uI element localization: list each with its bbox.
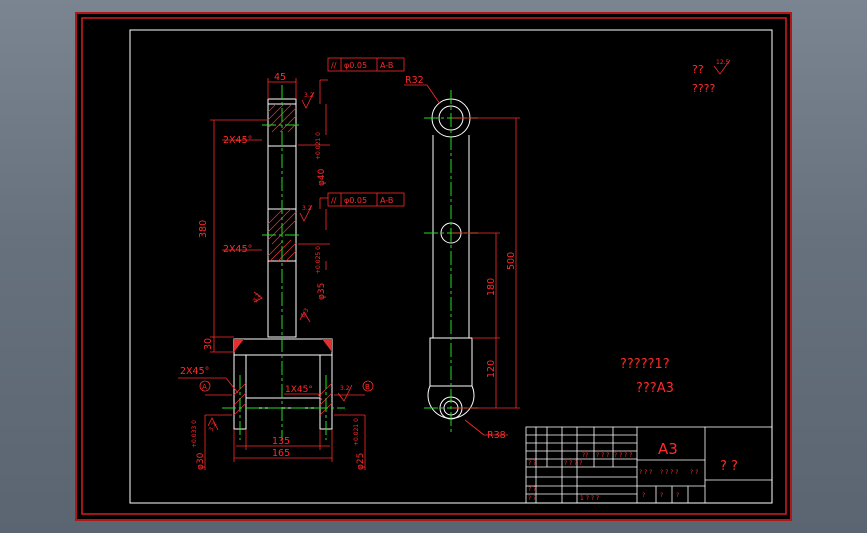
title-cell: ? (642, 492, 645, 499)
dim-radius-bottom: R38 (487, 430, 506, 441)
datum-a-label: A (202, 383, 207, 391)
roughness-mark-2: 3.2 (302, 205, 312, 212)
dia-mid-tolerance: +0.025 0 (315, 246, 322, 274)
dim-base-inner: 135 (272, 436, 290, 447)
tolerance-2-value: φ0.05 (344, 196, 367, 205)
title-cell: ? ? (528, 495, 536, 502)
title-cell: ?? (582, 452, 588, 459)
roughness-note-label: ?? (692, 63, 704, 76)
dim-lower-length: 120 (486, 360, 497, 378)
sheet-size-label: A3 (658, 440, 678, 458)
roughness-mark-1: 3.2 (304, 92, 314, 99)
tech-note-line2: ???A3 (636, 381, 674, 396)
title-cell: ? ? ? (596, 452, 609, 459)
title-cell: 1 ? ? ? (580, 495, 599, 502)
dia-top-tolerance: +0.021 0 (315, 132, 322, 160)
chamfer-label-inner: 1X45° (285, 385, 313, 395)
title-cell: ? ? (528, 486, 536, 493)
dia-right-tolerance: +0.021 0 (353, 418, 360, 446)
dim-overall-length: 500 (506, 252, 517, 270)
datum-b-label: B (365, 383, 370, 391)
chamfer-label-mid: 2X45° (223, 244, 252, 255)
dia-left-label: φ30 (196, 452, 206, 470)
cad-drawing-viewport[interactable]: 45 380 30 135 165 2X45° 2X45° 2X45° 1X45… (0, 0, 867, 533)
tolerance-1-datum: A-B (380, 61, 393, 70)
dim-top-width: 45 (274, 72, 286, 83)
title-cell: ? ? ? ? (660, 469, 678, 476)
chamfer-label-base: 2X45° (180, 366, 209, 377)
dim-base-outer: 165 (272, 448, 290, 459)
roughness-note-sub: ???? (692, 82, 716, 95)
chamfer-label-top: 2X45° (223, 135, 252, 146)
dim-radius-top: R32 (405, 75, 424, 86)
dia-top-label: φ40 (317, 168, 327, 186)
title-cell: ? (676, 492, 679, 499)
tolerance-1-value: φ0.05 (344, 61, 367, 70)
drawing-title: ? ? (720, 459, 738, 474)
roughness-mark-5: 3.2 (340, 385, 350, 392)
roughness-note-value: 12.5 (716, 59, 730, 66)
title-cell: ? ? ? ? (564, 460, 582, 467)
dim-mid-length: 180 (486, 278, 497, 296)
dia-mid-label: φ35 (317, 283, 327, 300)
title-cell: ? ? (690, 469, 698, 476)
dia-left-tolerance: +0.033 0 (191, 420, 198, 448)
tech-note-line1: ?????1? (620, 357, 670, 372)
dim-bottom-height: 30 (203, 338, 214, 350)
tolerance-1-symbol: // (331, 61, 337, 70)
title-cell: ? ? (528, 460, 536, 467)
dia-right-label: φ25 (356, 453, 366, 470)
tolerance-2-symbol: // (331, 196, 337, 205)
title-cell: ? ? ? ? (614, 452, 632, 459)
title-cell: ? (660, 492, 663, 499)
title-cell: ? ? ? (639, 469, 652, 476)
tolerance-2-datum: A-B (380, 196, 393, 205)
dim-overall-height: 380 (198, 220, 209, 238)
